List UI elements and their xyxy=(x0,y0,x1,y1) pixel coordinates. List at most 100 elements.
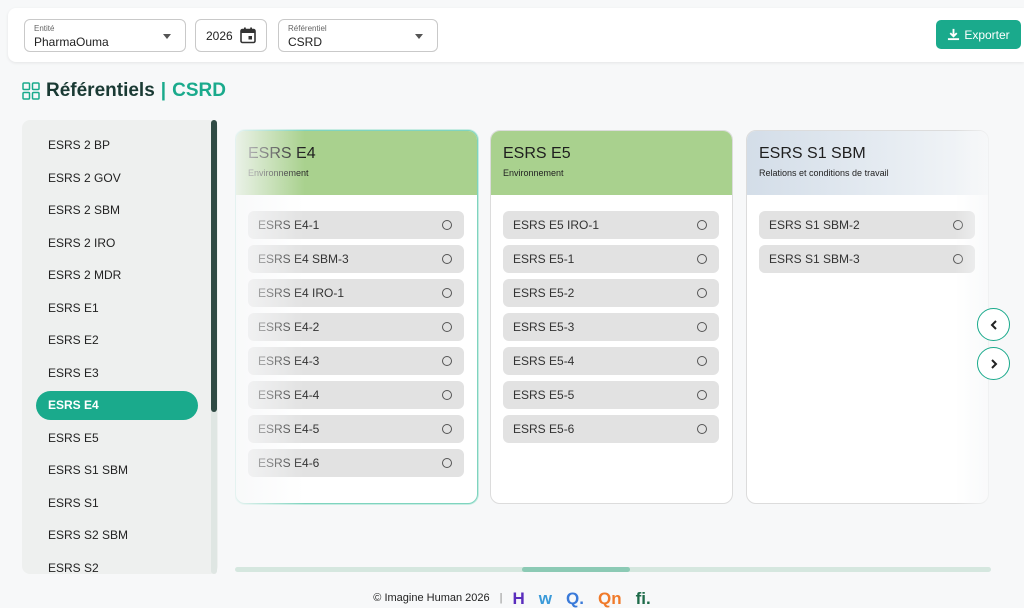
entity-select-label: Entité xyxy=(34,24,55,33)
radio-icon[interactable] xyxy=(442,390,452,400)
radio-icon[interactable] xyxy=(442,322,452,332)
radio-icon[interactable] xyxy=(953,254,963,264)
radio-icon[interactable] xyxy=(442,424,452,434)
board-scrollbar-thumb[interactable] xyxy=(522,567,630,572)
standard-card[interactable]: ESRS E5 Environnement ESRS E5 IRO-1 ESRS E5… xyxy=(490,130,733,504)
sidebar-item[interactable]: ESRS 2 GOV xyxy=(36,164,198,193)
sidebar-item[interactable]: ESRS S2 SBM xyxy=(36,521,198,550)
card-title: ESRS E4 xyxy=(248,145,316,162)
disclosure-label: ESRS E5-4 xyxy=(513,354,575,368)
referential-select-value: CSRD xyxy=(288,35,323,49)
entity-select[interactable]: Entité PharmaOuma xyxy=(24,19,186,52)
partner-logo: H xyxy=(512,588,525,608)
partner-logo: fi. xyxy=(635,588,651,608)
partner-logo: Q. xyxy=(566,588,584,608)
standard-card[interactable]: ESRS E4 Environnement ESRS E4-1 ESRS E4 SBM… xyxy=(235,130,478,504)
disclosure-label: ESRS E4-4 xyxy=(258,388,320,402)
next-button[interactable] xyxy=(977,347,1010,380)
sidebar-item[interactable]: ESRS E5 xyxy=(36,424,198,453)
disclosure-label: ESRS E4 IRO-1 xyxy=(258,286,345,300)
disclosure-label: ESRS E5-5 xyxy=(513,388,575,402)
sidebar-item[interactable]: ESRS 2 MDR xyxy=(36,261,198,290)
year-picker[interactable]: 2026 xyxy=(195,19,267,52)
radio-icon[interactable] xyxy=(697,356,707,366)
radio-icon[interactable] xyxy=(442,356,452,366)
sidebar-item[interactable]: ESRS 2 SBM xyxy=(36,196,198,225)
page-title: Référentiels | CSRD xyxy=(22,80,226,102)
radio-icon[interactable] xyxy=(442,288,452,298)
caret-down-icon xyxy=(415,34,423,39)
referential-select[interactable]: Référentiel CSRD xyxy=(278,19,438,52)
radio-icon[interactable] xyxy=(697,424,707,434)
sidebar-item[interactable]: ESRS E2 xyxy=(36,326,198,355)
footer: © Imagine Human 2026 | Hw Q. Qn fi. xyxy=(0,588,1024,608)
disclosure-row[interactable]: ESRS E4-1 xyxy=(248,211,464,239)
page-title-text: Référentiels xyxy=(46,80,155,101)
disclosure-row[interactable]: ESRS E4-4 xyxy=(248,381,464,409)
disclosure-label: ESRS E5-3 xyxy=(513,320,575,334)
grid-icon xyxy=(22,82,40,100)
disclosure-row[interactable]: ESRS E5-5 xyxy=(503,381,719,409)
card-subtitle: Environnement xyxy=(503,168,564,178)
disclosure-row[interactable]: ESRS E5-1 xyxy=(503,245,719,273)
sidebar-item[interactable]: ESRS E3 xyxy=(36,359,198,388)
disclosure-label: ESRS E5-6 xyxy=(513,422,575,436)
radio-icon[interactable] xyxy=(697,220,707,230)
sidebar-item[interactable]: ESRS S1 SBM xyxy=(36,456,198,485)
radio-icon[interactable] xyxy=(442,254,452,264)
partner-logo: Qn xyxy=(597,588,622,608)
disclosure-label: ESRS E4 SBM-3 xyxy=(258,252,349,266)
previous-button[interactable] xyxy=(977,308,1010,341)
disclosure-row[interactable]: ESRS E5-3 xyxy=(503,313,719,341)
disclosure-row[interactable]: ESRS E5 IRO-1 xyxy=(503,211,719,239)
page-title-referential: CSRD xyxy=(172,80,226,101)
caret-down-icon xyxy=(163,34,171,39)
disclosure-row[interactable]: ESRS E5-4 xyxy=(503,347,719,375)
disclosure-row[interactable]: ESRS E4 IRO-1 xyxy=(248,279,464,307)
sidebar-item[interactable]: ESRS E1 xyxy=(36,294,198,323)
chevron-left-icon xyxy=(990,319,997,330)
card-title: ESRS S1 SBM xyxy=(759,145,866,162)
radio-icon[interactable] xyxy=(697,322,707,332)
standards-board: ESRS S1 SBM Relations et conditions de tr… xyxy=(235,118,995,573)
card-header: ESRS E5 Environnement xyxy=(491,131,732,195)
radio-icon[interactable] xyxy=(697,390,707,400)
radio-icon[interactable] xyxy=(442,458,452,468)
sidebar-item[interactable]: ESRS S2 xyxy=(36,554,198,575)
filter-bar: Entité PharmaOuma 2026 Référentiel CSRD xyxy=(8,8,1024,62)
sidebar-item[interactable]: ESRS E4 xyxy=(36,391,198,420)
export-button[interactable]: Exporter xyxy=(936,20,1021,49)
disclosure-row[interactable]: ESRS E5-2 xyxy=(503,279,719,307)
partner-logo: w xyxy=(538,588,553,608)
radio-icon[interactable] xyxy=(953,220,963,230)
radio-icon[interactable] xyxy=(697,254,707,264)
disclosure-label: ESRS E5-2 xyxy=(513,286,575,300)
disclosure-label: ESRS E5 IRO-1 xyxy=(513,218,600,232)
sidebar-scrollbar-thumb[interactable] xyxy=(211,120,217,412)
disclosure-label: ESRS E4-2 xyxy=(258,320,320,334)
disclosure-row[interactable]: ESRS S1 SBM-3 xyxy=(759,245,975,273)
disclosure-label: ESRS E4-6 xyxy=(258,456,320,470)
disclosure-row[interactable]: ESRS E4-2 xyxy=(248,313,464,341)
card-header: ESRS E4 Environnement xyxy=(236,131,477,195)
sidebar-item[interactable]: ESRS 2 BP xyxy=(36,131,198,160)
referential-select-label: Référentiel xyxy=(288,24,327,33)
radio-icon[interactable] xyxy=(442,220,452,230)
standards-sidebar: ESRS 2 BP ESRS 2 GOV ESRS 2 SBM ESRS 2 IRO E… xyxy=(22,120,218,574)
sidebar-item[interactable]: ESRS 2 IRO xyxy=(36,229,198,258)
disclosure-label: ESRS S1 SBM-2 xyxy=(769,218,860,232)
sidebar-item[interactable]: ESRS S1 xyxy=(36,489,198,518)
disclosure-row[interactable]: ESRS E4-3 xyxy=(248,347,464,375)
radio-icon[interactable] xyxy=(697,288,707,298)
disclosure-row[interactable]: ESRS E4 SBM-3 xyxy=(248,245,464,273)
standard-card[interactable]: ESRS S1 SBM Relations et conditions de tr… xyxy=(746,130,989,504)
disclosure-row[interactable]: ESRS E4-6 xyxy=(248,449,464,477)
disclosure-row[interactable]: ESRS E4-5 xyxy=(248,415,464,443)
calendar-icon xyxy=(240,27,256,44)
disclosure-row[interactable]: ESRS S1 SBM-2 xyxy=(759,211,975,239)
disclosure-label: ESRS E4-3 xyxy=(258,354,320,368)
year-value: 2026 xyxy=(206,29,233,43)
card-title: ESRS E5 xyxy=(503,145,571,162)
partner-logos: Hw Q. Qn fi. xyxy=(513,590,651,607)
disclosure-row[interactable]: ESRS E5-6 xyxy=(503,415,719,443)
